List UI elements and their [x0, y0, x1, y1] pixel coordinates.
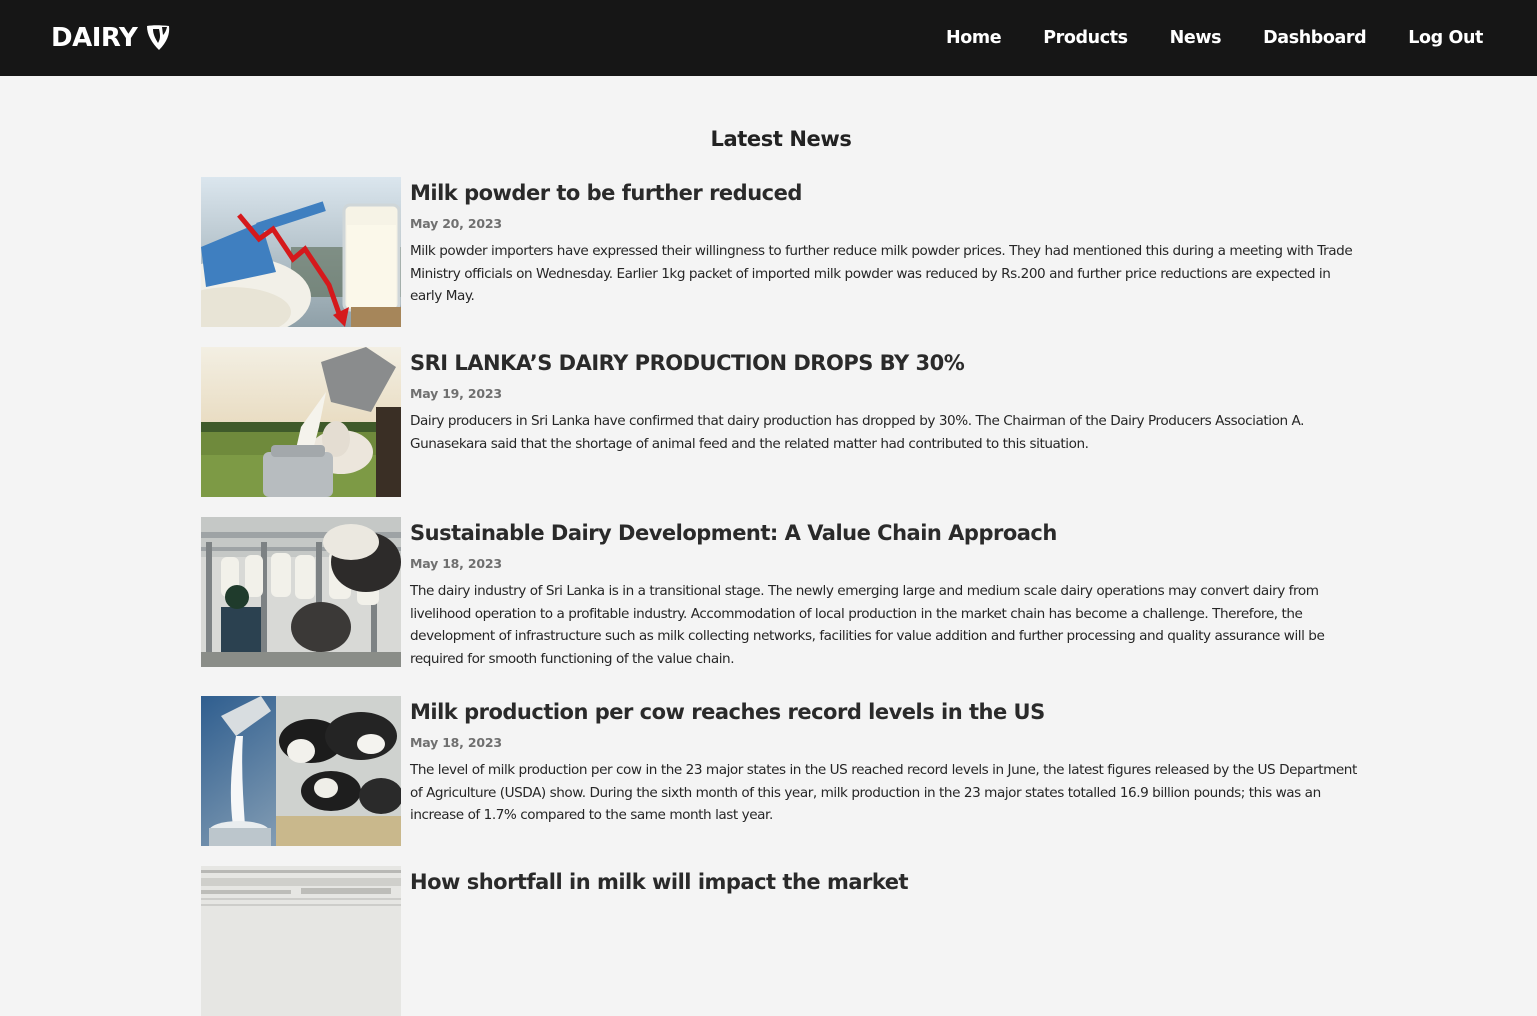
news-content: Sustainable Dairy Development: A Value C…: [410, 517, 1366, 670]
top-navigation-bar: DAIRY Home Products News Dashboard Log O…: [0, 0, 1537, 76]
typo3-style-shield-icon: [147, 25, 170, 50]
milk-powder-price-drop-image[interactable]: [201, 177, 401, 327]
page-title: Latest News: [710, 127, 852, 151]
news-date: May 20, 2023: [410, 216, 502, 231]
news-headline[interactable]: SRI LANKA’S DAIRY PRODUCTION DROPS BY 30…: [410, 347, 1366, 379]
main-navigation: Home Products News Dashboard Log Out: [904, 0, 1483, 76]
nav-dashboard-link[interactable]: Dashboard: [1263, 28, 1367, 48]
nav-logout-link[interactable]: Log Out: [1408, 28, 1483, 48]
news-date: May 18, 2023: [410, 556, 502, 571]
news-summary: The dairy industry of Sri Lanka is in a …: [410, 583, 1325, 667]
news-date: May 18, 2023: [410, 735, 502, 750]
milk-can-pouring-field-image[interactable]: [201, 347, 401, 497]
cows-and-milk-pour-image[interactable]: [201, 696, 401, 846]
milking-parlour-image[interactable]: [201, 517, 401, 667]
nav-news-link[interactable]: News: [1170, 28, 1222, 48]
news-content: How shortfall in milk will impact the ma…: [410, 866, 1366, 898]
news-headline[interactable]: How shortfall in milk will impact the ma…: [410, 866, 1366, 898]
news-headline[interactable]: Milk powder to be further reduced: [410, 177, 1366, 209]
newspaper-clipping-image[interactable]: [201, 866, 401, 1016]
brand-name: DAIRY: [51, 23, 138, 53]
news-content: SRI LANKA’S DAIRY PRODUCTION DROPS BY 30…: [410, 347, 1366, 455]
news-content: Milk powder to be further reduced May 20…: [410, 177, 1366, 308]
news-headline[interactable]: Milk production per cow reaches record l…: [410, 696, 1366, 728]
nav-products-link[interactable]: Products: [1043, 28, 1128, 48]
nav-home-link[interactable]: Home: [946, 28, 1002, 48]
news-headline[interactable]: Sustainable Dairy Development: A Value C…: [410, 517, 1366, 549]
news-summary: Dairy producers in Sri Lanka have confir…: [410, 413, 1304, 452]
news-summary: The level of milk production per cow in …: [410, 762, 1357, 823]
news-summary: Milk powder importers have expressed the…: [410, 243, 1353, 304]
news-content: Milk production per cow reaches record l…: [410, 696, 1366, 827]
news-date: May 19, 2023: [410, 386, 502, 401]
brand-logo[interactable]: DAIRY: [51, 20, 171, 56]
